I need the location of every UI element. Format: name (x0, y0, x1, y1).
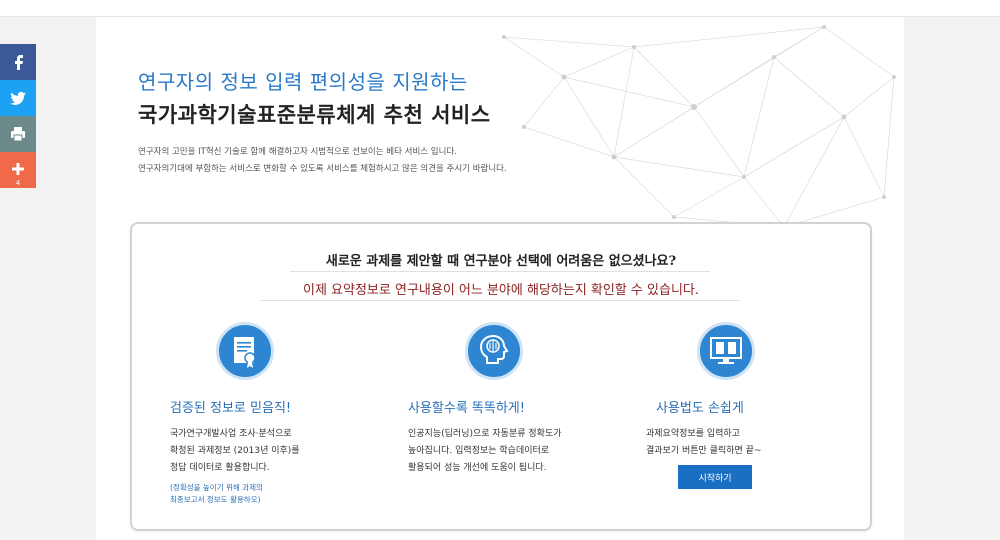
note-line: (정확성을 높이기 위해 과제의 (170, 483, 263, 492)
plus-icon (12, 163, 24, 175)
feature-note: (정확성을 높이기 위해 과제의 최종보고서 정보도 활용하오) (170, 482, 263, 506)
feature-line: 과제요약정보를 입력하고 (646, 429, 740, 439)
card-answer: 이제 요약정보로 연구내용이 어느 분야에 해당하는지 확인할 수 있습니다. (303, 283, 699, 298)
feature-line: 높아집니다. 입력정보는 학습데이터로 (408, 446, 550, 456)
feature-text: 국가연구개발사업 조사·분석으로 확정된 과제정보 (2013년 이후)를 정답… (170, 426, 300, 477)
feature-line: 국가연구개발사업 조사·분석으로 (170, 429, 292, 439)
top-bar (0, 0, 1000, 17)
note-line: 최종보고서 정보도 활용하오) (170, 495, 261, 504)
answer-underline (260, 300, 740, 301)
card-question: 새로운 과제를 제안할 때 연구분야 선택에 어려움은 없으셨나요? (325, 254, 677, 269)
twitter-share-button[interactable] (0, 80, 36, 116)
share-count: 4 (15, 179, 21, 187)
feature-title: 검증된 정보로 믿음직! (170, 401, 292, 416)
hero-title: 국가과학기술표준분류체계 추천 서비스 (138, 103, 491, 127)
question-underline (290, 271, 710, 272)
printer-icon (11, 127, 25, 142)
feature-title: 사용법도 손쉽게 (656, 401, 744, 416)
intro-card: 새로운 과제를 제안할 때 연구분야 선택에 어려움은 없으셨나요? 이제 요약… (130, 222, 872, 531)
ai-brain-icon (479, 334, 509, 364)
network-background-graphic (502, 25, 896, 229)
twitter-icon (10, 91, 26, 105)
feature-title: 사용할수록 똑똑하게! (408, 401, 525, 416)
description-line: 연구자의 고민을 IT혁신 기술로 함께 해결하고자 시범적으로 선보이는 베타… (138, 147, 457, 157)
feature-text: 과제요약정보를 입력하고 결과보기 버튼만 클릭하면 끝~ (646, 426, 761, 460)
monitor-book-icon (710, 337, 742, 364)
document-certificate-icon (234, 337, 256, 368)
facebook-icon (15, 55, 23, 70)
more-share-button[interactable]: 4 (0, 152, 36, 188)
feature-line: 인공지능(딥러닝)으로 자동분류 정확도가 (408, 429, 562, 439)
description-line: 연구자의기대에 부합하는 서비스로 변화할 수 있도록 서비스를 체험하시고 많… (138, 164, 507, 174)
facebook-share-button[interactable] (0, 44, 36, 80)
start-button[interactable]: 시작하기 (678, 465, 752, 489)
feature-text: 인공지능(딥러닝)으로 자동분류 정확도가 높아집니다. 입력정보는 학습데이터… (408, 426, 562, 477)
main-content: 연구자의 정보 입력 편의성을 지원하는 국가과학기술표준분류체계 추천 서비스… (96, 17, 904, 540)
hero-description: 연구자의 고민을 IT혁신 기술로 함께 해결하고자 시범적으로 선보이는 베타… (138, 144, 507, 178)
feature-line: 확정된 과제정보 (2013년 이후)를 (170, 446, 300, 456)
feature-icon-circle (465, 322, 523, 380)
hero-subtitle: 연구자의 정보 입력 편의성을 지원하는 (138, 70, 468, 94)
feature-icon-circle (697, 322, 755, 380)
print-share-button[interactable] (0, 116, 36, 152)
feature-line: 활용되어 성능 개선에 도움이 됩니다. (408, 463, 547, 473)
feature-line: 정답 데이터로 활용합니다. (170, 463, 270, 473)
feature-icon-circle (216, 322, 274, 380)
feature-line: 결과보기 버튼만 클릭하면 끝~ (646, 446, 762, 456)
